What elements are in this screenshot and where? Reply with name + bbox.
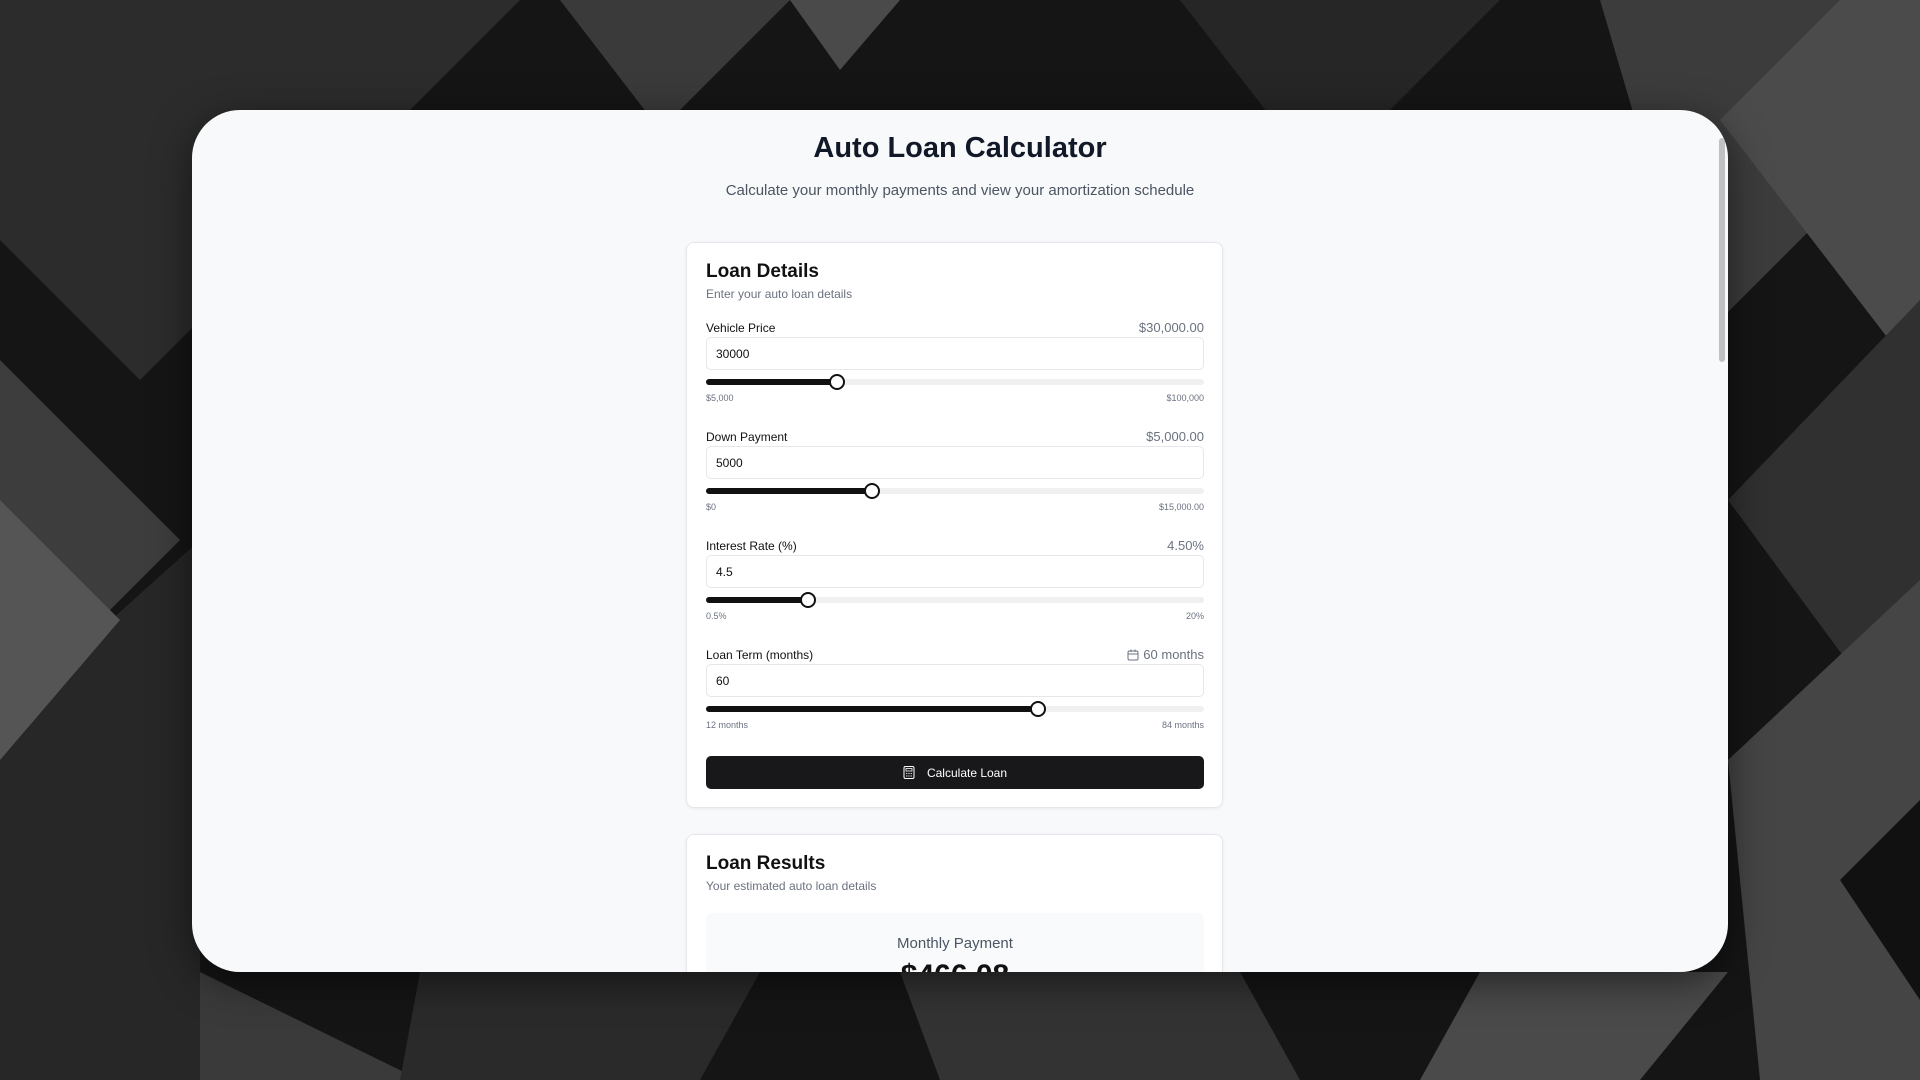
loan-term-slider[interactable]: [706, 701, 1204, 717]
down-payment-slider[interactable]: [706, 483, 1204, 499]
range-max-label: 84 months: [1161, 720, 1204, 730]
card-title: Loan Details: [706, 261, 819, 282]
vehicle-price-slider[interactable]: [706, 374, 1204, 390]
slider-fill: [706, 706, 1039, 712]
field-value-text: 60 months: [1143, 647, 1204, 662]
page-subtitle: Calculate your monthly payments and view…: [725, 182, 1195, 199]
calculate-loan-button[interactable]: Calculate Loan: [706, 756, 1204, 789]
range-max-label: 20%: [1185, 611, 1204, 621]
field-value-display: $30,000.00: [1139, 320, 1204, 335]
card-description: Enter your auto loan details: [706, 287, 853, 301]
slider-thumb[interactable]: [800, 592, 817, 608]
field-label: Vehicle Price: [706, 321, 776, 335]
interest-rate-slider[interactable]: [706, 592, 1204, 608]
range-min-label: $0: [706, 502, 717, 512]
field-value-display: $5,000.00: [1146, 429, 1204, 444]
interest-rate-field: Interest Rate (%) 4.50% 0.5% 20%: [706, 538, 1204, 639]
slider-fill: [706, 488, 872, 494]
monthly-payment-label: Monthly Payment: [897, 935, 1013, 952]
field-label: Loan Term (months): [706, 648, 814, 662]
card-description: Your estimated auto loan details: [706, 879, 877, 893]
field-value-text: $5,000.00: [1146, 429, 1204, 444]
slider-thumb[interactable]: [863, 483, 880, 499]
vehicle-price-input[interactable]: [706, 337, 1204, 370]
range-max-label: $100,000: [1166, 393, 1204, 403]
slider-fill: [706, 597, 809, 603]
loan-results-card: Loan Results Your estimated auto loan de…: [686, 834, 1223, 972]
slider-thumb[interactable]: [1030, 701, 1047, 717]
range-min-label: 12 months: [706, 720, 749, 730]
calculator-icon: [903, 766, 915, 779]
calendar-icon: [1127, 649, 1139, 660]
vehicle-price-field: Vehicle Price $30,000.00 $5,000 $100,000: [706, 320, 1204, 421]
interest-rate-input[interactable]: [706, 555, 1204, 588]
slider-fill: [706, 379, 837, 385]
loan-details-card: Loan Details Enter your auto loan detail…: [686, 242, 1223, 808]
range-min-label: 0.5%: [706, 611, 727, 621]
field-value-display: 4.50%: [1167, 538, 1204, 553]
monthly-payment-box: Monthly Payment $466.08: [706, 913, 1204, 972]
browser-window: Auto Loan Calculator Calculate your mont…: [192, 110, 1728, 972]
field-value-text: $30,000.00: [1138, 320, 1204, 335]
loan-term-field: Loan Term (months) 60 months 12 months 8…: [706, 647, 1204, 748]
down-payment-input[interactable]: [706, 446, 1204, 479]
page-title: Auto Loan Calculator: [813, 132, 1107, 164]
monthly-payment-value: $466.08: [706, 959, 1204, 972]
slider-thumb[interactable]: [828, 374, 845, 390]
scrollbar[interactable]: [1719, 138, 1725, 362]
range-max-label: $15,000.00: [1158, 502, 1204, 512]
loan-term-input[interactable]: [706, 664, 1204, 697]
button-label: Calculate Loan: [926, 765, 1008, 780]
field-value-text: 4.50%: [1167, 538, 1204, 553]
field-label: Down Payment: [706, 430, 788, 444]
down-payment-field: Down Payment $5,000.00 $0 $15,000.00: [706, 429, 1204, 530]
range-min-label: $5,000: [706, 393, 734, 403]
card-title: Loan Results: [706, 853, 826, 874]
field-value-display: 60 months: [1127, 647, 1204, 662]
field-label: Interest Rate (%): [706, 539, 797, 553]
